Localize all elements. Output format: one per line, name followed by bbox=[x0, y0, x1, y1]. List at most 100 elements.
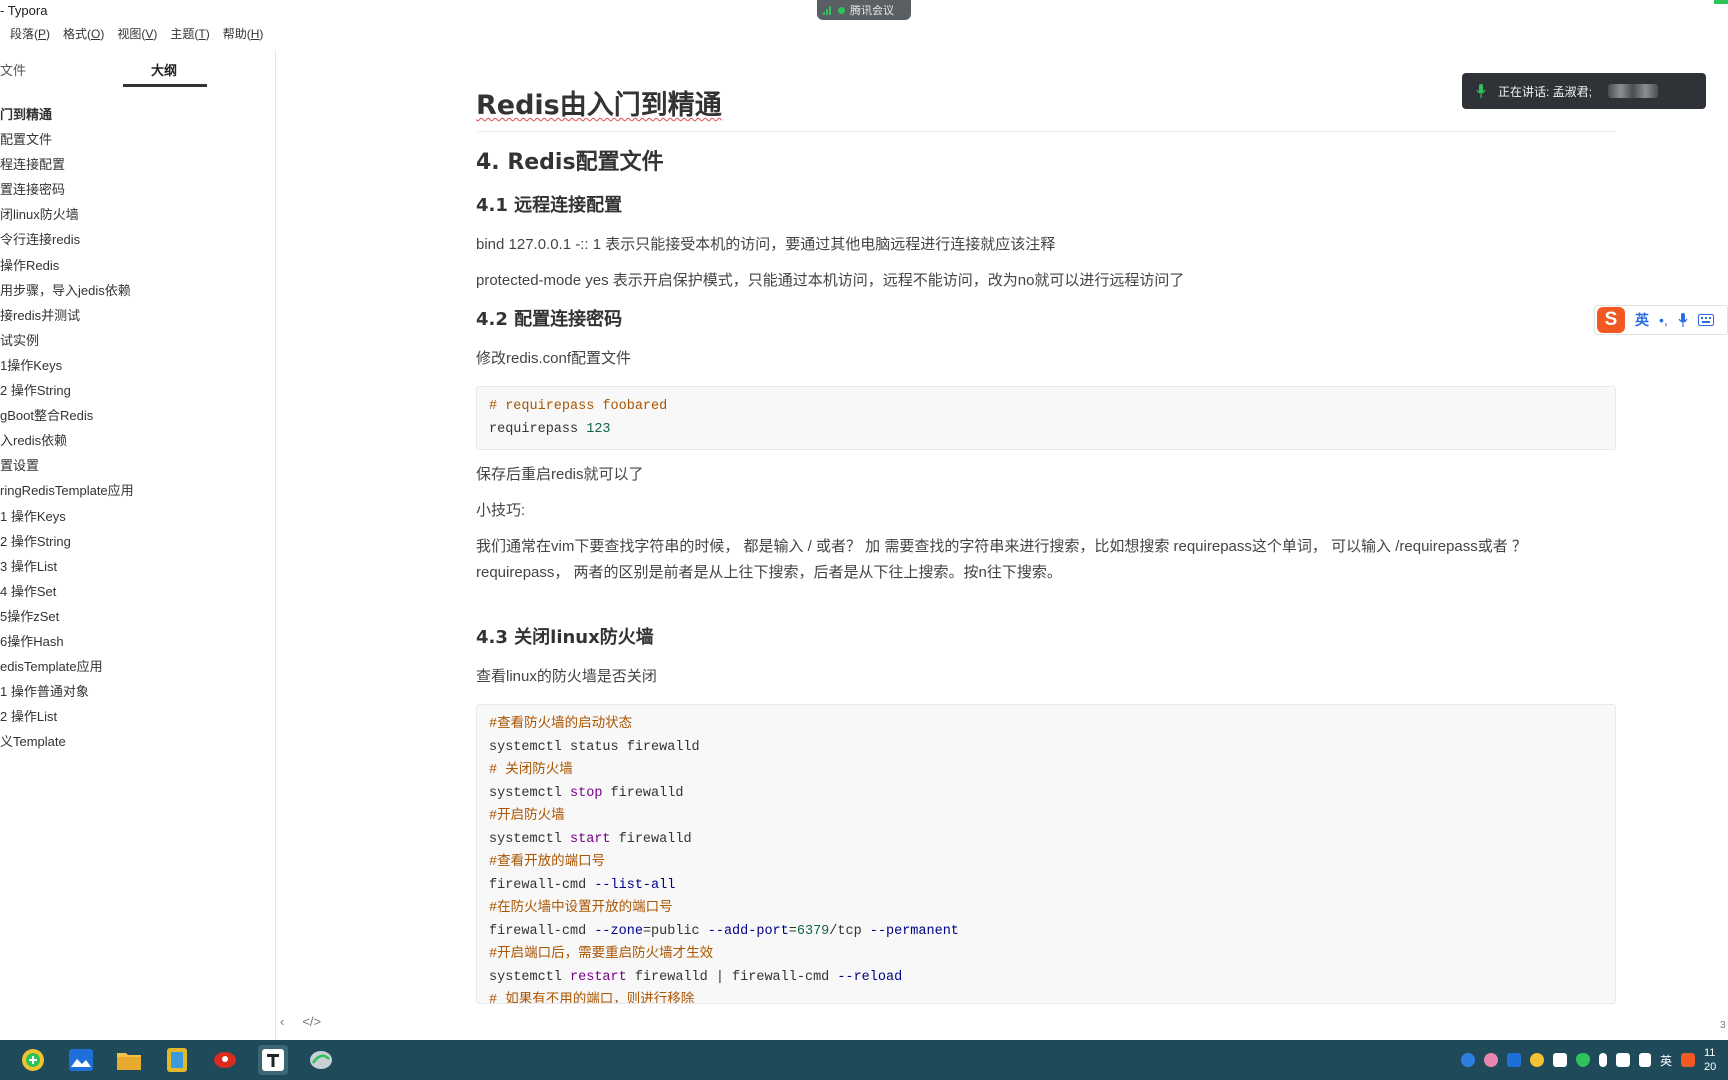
security-shield-icon[interactable] bbox=[1575, 1053, 1590, 1067]
doc-title[interactable]: Redis由入门到精通 bbox=[476, 88, 1616, 132]
code-comment: # requirepass foobared bbox=[489, 399, 668, 414]
code-text: systemctl bbox=[489, 970, 571, 985]
menu-label: 帮助( bbox=[222, 27, 251, 41]
outline-item[interactable]: 闭linux防火墙 bbox=[0, 202, 134, 227]
outline-item[interactable]: 置连接密码 bbox=[0, 177, 134, 202]
menu-item-4[interactable]: 帮助(H) bbox=[223, 24, 264, 44]
menu-mnemonic: P bbox=[38, 27, 47, 41]
outline-item[interactable]: 程连接配置 bbox=[0, 152, 134, 177]
code-flag: --add-port bbox=[707, 924, 789, 939]
menu-item-0[interactable]: 段落(P) bbox=[10, 24, 50, 44]
heading-4[interactable]: 4. Redis配置文件 bbox=[476, 146, 1616, 180]
outline-item[interactable]: 配置文件 bbox=[0, 127, 134, 152]
ime-lang[interactable]: 英 bbox=[1635, 310, 1649, 330]
outline-item[interactable]: edisTemplate应用 bbox=[0, 654, 134, 679]
collapse-sidebar-icon[interactable]: ‹ bbox=[280, 1014, 284, 1029]
photos-app-icon[interactable] bbox=[66, 1045, 96, 1075]
heading-4-1[interactable]: 4.1 远程连接配置 bbox=[476, 190, 1616, 222]
editor[interactable]: Redis由入门到精通 4. Redis配置文件 4.1 远程连接配置 bind… bbox=[476, 80, 1616, 1004]
tray-input-lang[interactable]: 英 bbox=[1660, 1052, 1672, 1069]
outline-item[interactable]: 1 操作普通对象 bbox=[0, 679, 134, 704]
code-number: 6379 bbox=[796, 924, 830, 939]
sidebar: 文件 大纲 门到精通 配置文件 程连接配置 置连接密码 闭linux防火墙 令行连接red… bbox=[0, 50, 276, 1040]
window-title: - Typora bbox=[0, 3, 48, 18]
menu-item-2[interactable]: 视图(V) bbox=[117, 24, 157, 44]
outline-item[interactable]: 1操作Keys bbox=[0, 353, 134, 378]
source-mode-icon[interactable]: </> bbox=[302, 1014, 321, 1029]
tab-outline[interactable]: 大纲 bbox=[151, 60, 177, 79]
taskbar-clock[interactable]: 11 20 bbox=[1704, 1046, 1722, 1074]
menu-item-1[interactable]: 格式(O) bbox=[63, 24, 104, 44]
doc-title-text: Redis由入门到精通 bbox=[476, 90, 722, 121]
sogou-logo-icon[interactable]: S bbox=[1597, 307, 1625, 333]
outline-item[interactable]: 用步骤，导入jedis依赖 bbox=[0, 278, 134, 303]
microphone-tray-icon[interactable] bbox=[1598, 1053, 1607, 1067]
mic-icon[interactable] bbox=[1678, 313, 1688, 327]
outline-item[interactable]: 义Template bbox=[0, 729, 134, 754]
outline-item[interactable]: ringRedisTemplate应用 bbox=[0, 478, 134, 503]
outline-item[interactable]: 接redis并测试 bbox=[0, 303, 134, 328]
menu-item-3[interactable]: 主题(T) bbox=[170, 24, 209, 44]
outline-item[interactable]: 5操作zSet bbox=[0, 604, 134, 629]
ime-punct[interactable]: •, bbox=[1659, 312, 1668, 328]
code-text: = bbox=[788, 924, 797, 939]
typora-app-icon[interactable] bbox=[258, 1045, 288, 1075]
outline-item[interactable]: 试实例 bbox=[0, 328, 134, 353]
sidebar-footer: ‹ </> bbox=[280, 1014, 321, 1029]
paragraph-restart[interactable]: 保存后重启redis就可以了 bbox=[476, 462, 1616, 488]
code-keyword: stop bbox=[570, 786, 603, 801]
code-text: firewalld bbox=[602, 786, 684, 801]
outline-item[interactable]: 操作Redis bbox=[0, 253, 134, 278]
redis-app-icon[interactable] bbox=[210, 1045, 240, 1075]
volume-muted-icon[interactable] bbox=[1638, 1053, 1651, 1067]
notepad-app-icon[interactable] bbox=[162, 1045, 192, 1075]
outline-item[interactable]: 令行连接redis bbox=[0, 227, 134, 252]
menu-close: ) bbox=[153, 27, 158, 41]
network-share-icon[interactable] bbox=[1552, 1053, 1567, 1067]
outline-item[interactable]: 门到精通 bbox=[0, 102, 134, 127]
code-comment: # 如果有不用的端口，则进行移除 bbox=[489, 993, 695, 1004]
flower-icon[interactable] bbox=[1483, 1053, 1498, 1067]
ime-toolbar[interactable]: S 英 •, bbox=[1594, 305, 1728, 335]
paragraph-bind[interactable]: bind 127.0.0.1 -:: 1 表示只能接受本机的访问，要通过其他电脑… bbox=[476, 232, 1616, 258]
code-comment: #查看开放的端口号 bbox=[489, 855, 606, 870]
heading-4-2[interactable]: 4.2 配置连接密码 bbox=[476, 304, 1616, 336]
photos-tray-icon[interactable] bbox=[1506, 1053, 1521, 1067]
code-text: systemctl bbox=[489, 786, 571, 801]
outline-item[interactable]: 1 操作Keys bbox=[0, 504, 134, 529]
outline-item[interactable]: gBoot整合Redis bbox=[0, 403, 134, 428]
tab-files[interactable]: 文件 bbox=[0, 60, 26, 79]
outline-list: 门到精通 配置文件 程连接配置 置连接密码 闭linux防火墙 令行连接redis 操作Re… bbox=[0, 102, 134, 754]
code-block-requirepass[interactable]: # requirepass foobared requirepass 123 bbox=[476, 386, 1616, 450]
outline-item[interactable]: 4 操作Set bbox=[0, 579, 134, 604]
meeting-pill[interactable]: 腾讯会议 bbox=[817, 0, 911, 20]
heading-4-3[interactable]: 4.3 关闭linux防火墙 bbox=[476, 622, 1616, 654]
paragraph-check[interactable]: 查看linux的防火墙是否关闭 bbox=[476, 664, 1616, 690]
blurred-avatar bbox=[1608, 84, 1659, 98]
file-explorer-icon[interactable] bbox=[114, 1045, 144, 1075]
paragraph-modify[interactable]: 修改redis.conf配置文件 bbox=[476, 346, 1616, 372]
outline-item[interactable]: 3 操作List bbox=[0, 554, 134, 579]
outline-item[interactable]: 入redis依赖 bbox=[0, 428, 134, 453]
paragraph-tip[interactable]: 小技巧: bbox=[476, 498, 1616, 524]
speaking-text: 正在讲话: 孟淑君; bbox=[1498, 84, 1593, 99]
code-block-firewall[interactable]: #查看防火墙的启动状态 systemctl status firewalld #… bbox=[476, 704, 1616, 1004]
outline-item[interactable]: 2 操作String bbox=[0, 378, 134, 403]
outline-item[interactable]: 6操作Hash bbox=[0, 629, 134, 654]
code-comment: #在防火墙中设置开放的端口号 bbox=[489, 901, 673, 916]
code-text: firewalld bbox=[610, 832, 692, 847]
outline-item[interactable]: 2 操作List bbox=[0, 704, 134, 729]
feather-icon[interactable] bbox=[1460, 1053, 1475, 1067]
start-launcher-icon[interactable] bbox=[18, 1045, 48, 1075]
xshell-app-icon[interactable] bbox=[306, 1045, 336, 1075]
sogou-tray-icon[interactable] bbox=[1681, 1053, 1695, 1067]
paragraph-vim[interactable]: 我们通常在vim下要查找字符串的时候， 都是输入 / 或者？ 加 需要查找的字符… bbox=[476, 534, 1616, 586]
outline-item[interactable]: 置设置 bbox=[0, 453, 134, 478]
display-tray-icon[interactable] bbox=[1615, 1053, 1630, 1067]
add-tray-icon[interactable] bbox=[1529, 1053, 1544, 1067]
code-text: firewall-cmd bbox=[489, 878, 595, 893]
menu-close: ) bbox=[259, 27, 264, 41]
outline-item[interactable]: 2 操作String bbox=[0, 529, 134, 554]
paragraph-protected[interactable]: protected-mode yes 表示开启保护模式，只能通过本机访问，远程不… bbox=[476, 268, 1616, 294]
keyboard-icon[interactable] bbox=[1697, 314, 1714, 326]
